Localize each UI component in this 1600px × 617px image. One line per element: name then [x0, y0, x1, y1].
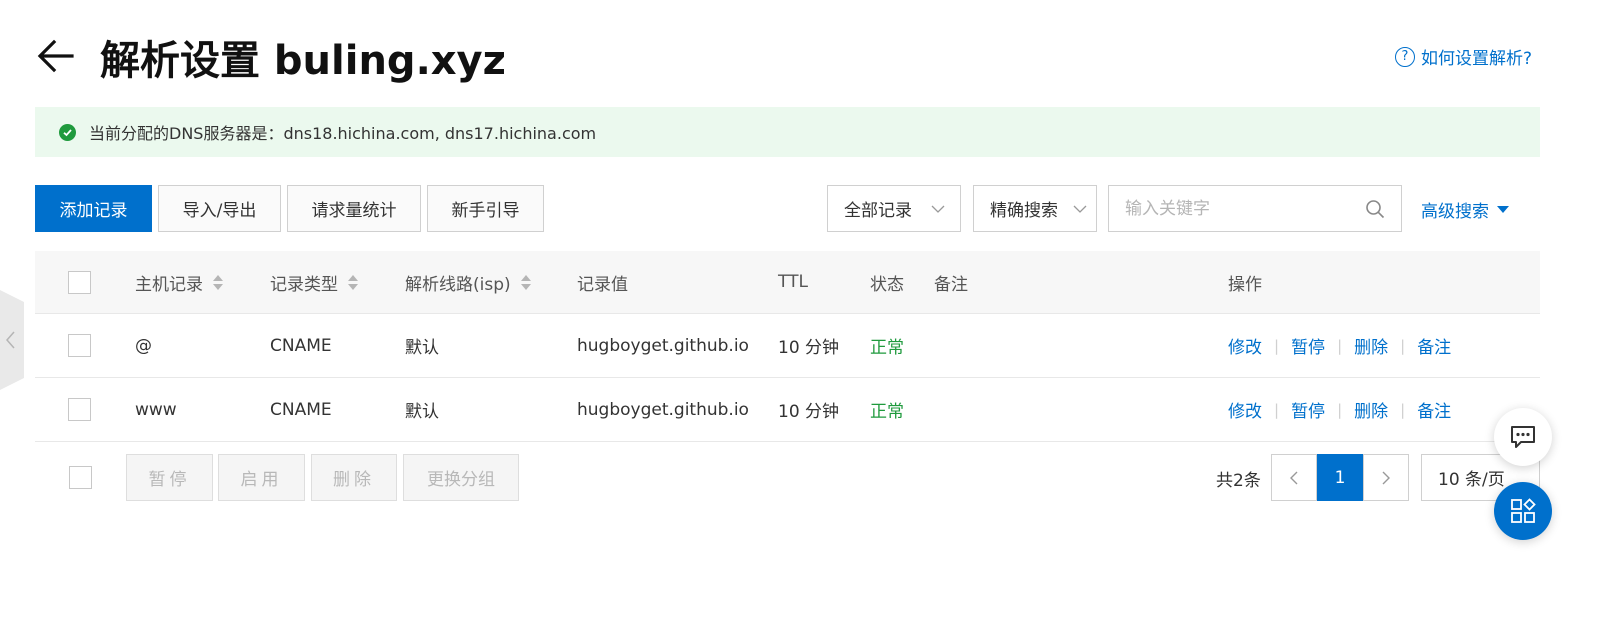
caret-down-icon — [1497, 206, 1509, 213]
page-number-current[interactable]: 1 — [1317, 454, 1363, 501]
row-ttl: 10 分钟 — [778, 338, 840, 358]
table-header: 主机记录 记录类型 解析线路(isp) 记录值 TTL 状态 备注 操作 — [35, 251, 1540, 314]
sort-icon[interactable] — [348, 274, 358, 290]
add-record-button[interactable]: 添加记录 — [35, 185, 152, 232]
help-question-icon: ? — [1394, 46, 1415, 67]
note-link[interactable]: 备注 — [1417, 397, 1451, 422]
advanced-search-link[interactable]: 高级搜索 — [1421, 197, 1509, 222]
column-type-label: 记录类型 — [270, 274, 338, 295]
chat-float-button[interactable] — [1494, 408, 1552, 466]
row-host: @ — [135, 335, 152, 356]
record-filter-select[interactable]: 全部记录 — [827, 185, 961, 232]
row-line: 默认 — [405, 338, 439, 358]
apps-float-button[interactable] — [1494, 482, 1552, 540]
op-separator: | — [1274, 400, 1280, 419]
delete-link[interactable]: 删除 — [1354, 333, 1388, 358]
column-ttl: TTL — [778, 272, 808, 292]
total-count: 共2条 — [1216, 471, 1261, 491]
sidebar-collapse-tab[interactable] — [0, 290, 24, 390]
request-stats-button[interactable]: 请求量统计 — [287, 185, 421, 232]
keyword-search-box — [1108, 185, 1402, 232]
op-separator: | — [1400, 336, 1406, 355]
table-row: www CNAME 默认 hugboyget.github.io 10 分钟 正… — [35, 378, 1540, 442]
help-link-label: 如何设置解析? — [1420, 49, 1532, 69]
column-value: 记录值 — [577, 274, 628, 295]
chevron-down-icon — [931, 205, 945, 213]
chevron-left-icon — [1290, 471, 1298, 484]
help-link[interactable]: ? 如何设置解析? — [1394, 44, 1532, 69]
edit-link[interactable]: 修改 — [1228, 397, 1262, 422]
op-separator: | — [1400, 400, 1406, 419]
change-group-button[interactable]: 更换分组 — [403, 454, 519, 501]
batch-pause-button[interactable]: 暂停 — [126, 454, 213, 501]
batch-select-checkbox[interactable] — [69, 466, 92, 489]
page-size-value: 10 条/页 — [1438, 470, 1505, 490]
edit-link[interactable]: 修改 — [1228, 333, 1262, 358]
table-row: @ CNAME 默认 hugboyget.github.io 10 分钟 正常 … — [35, 314, 1540, 378]
next-page-button[interactable] — [1363, 454, 1409, 501]
pause-link[interactable]: 暂停 — [1291, 397, 1325, 422]
search-icon[interactable] — [1365, 199, 1385, 219]
delete-link[interactable]: 删除 — [1354, 397, 1388, 422]
batch-enable-button[interactable]: 启用 — [218, 454, 305, 501]
page-title: 解析设置 buling.xyz — [100, 38, 506, 84]
dns-server-text: 当前分配的DNS服务器是：dns18.hichina.com, dns17.hi… — [89, 124, 597, 143]
import-export-button[interactable]: 导入/导出 — [158, 185, 281, 232]
prev-page-button[interactable] — [1271, 454, 1317, 501]
row-ttl: 10 分钟 — [778, 402, 840, 422]
row-line: 默认 — [405, 402, 439, 422]
note-link[interactable]: 备注 — [1417, 333, 1451, 358]
column-host-label: 主机记录 — [135, 274, 203, 295]
column-status: 状态 — [870, 274, 904, 295]
chat-icon — [1511, 426, 1535, 448]
chevron-right-icon — [1382, 471, 1390, 484]
row-type: CNAME — [270, 335, 332, 356]
row-status: 正常 — [870, 402, 904, 422]
pause-link[interactable]: 暂停 — [1291, 333, 1325, 358]
row-value: hugboyget.github.io — [577, 335, 749, 356]
beginner-guide-button[interactable]: 新手引导 — [427, 185, 544, 232]
sort-icon[interactable] — [213, 274, 223, 290]
batch-delete-button[interactable]: 删除 — [311, 454, 397, 501]
op-separator: | — [1337, 336, 1343, 355]
back-arrow-icon[interactable] — [36, 36, 76, 76]
record-filter-value: 全部记录 — [844, 201, 912, 221]
check-circle-icon — [59, 123, 76, 141]
chevron-left-icon — [6, 331, 15, 349]
row-actions: 修改 | 暂停 | 删除 | 备注 — [1228, 378, 1451, 441]
column-type[interactable]: 记录类型 — [270, 251, 358, 313]
search-mode-select[interactable]: 精确搜索 — [973, 185, 1097, 232]
row-status: 正常 — [870, 338, 904, 358]
row-type: CNAME — [270, 399, 332, 420]
apps-grid-icon — [1511, 498, 1536, 523]
dns-server-banner: 当前分配的DNS服务器是：dns18.hichina.com, dns17.hi… — [35, 107, 1540, 157]
row-checkbox[interactable] — [68, 334, 91, 357]
column-host[interactable]: 主机记录 — [135, 251, 223, 313]
column-ops: 操作 — [1228, 274, 1262, 295]
column-line-label: 解析线路(isp) — [405, 274, 511, 295]
row-host: www — [135, 399, 177, 420]
column-remark: 备注 — [934, 274, 968, 295]
op-separator: | — [1274, 336, 1280, 355]
op-separator: | — [1337, 400, 1343, 419]
select-all-checkbox[interactable] — [68, 270, 91, 294]
sort-icon[interactable] — [520, 274, 531, 290]
row-checkbox[interactable] — [68, 398, 91, 421]
chevron-down-icon — [1073, 205, 1087, 213]
row-actions: 修改 | 暂停 | 删除 | 备注 — [1228, 314, 1451, 377]
column-line[interactable]: 解析线路(isp) — [405, 251, 531, 313]
search-mode-value: 精确搜索 — [990, 201, 1058, 221]
row-value: hugboyget.github.io — [577, 399, 749, 420]
dns-records-table: 主机记录 记录类型 解析线路(isp) 记录值 TTL 状态 备注 操作 @ C… — [35, 251, 1540, 442]
keyword-search-input[interactable] — [1109, 186, 1349, 231]
advanced-search-label: 高级搜索 — [1421, 202, 1489, 222]
